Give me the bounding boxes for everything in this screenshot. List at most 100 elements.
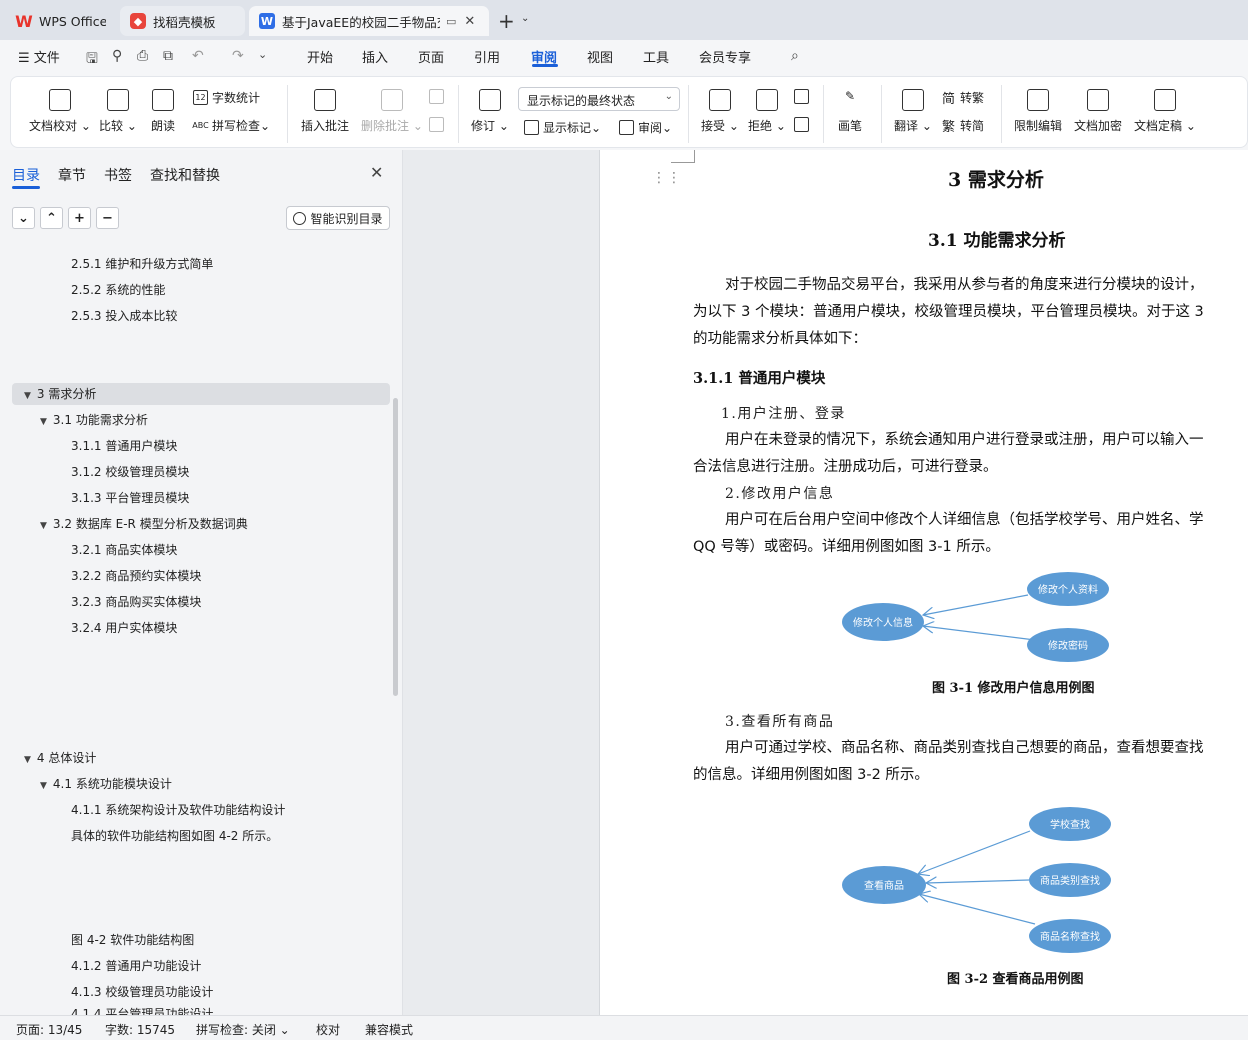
chevron-down-icon[interactable]: ⌄: [521, 13, 529, 24]
to-traditional-button[interactable]: 简转繁: [941, 89, 984, 107]
toc-item[interactable]: 3.1.3 平台管理员模块: [71, 487, 189, 509]
tab-wps-office[interactable]: W WPS Office: [6, 6, 116, 36]
tab-document[interactable]: W 基于JavaEE的校园二手物品交易 ▭ ✕: [249, 6, 489, 36]
redo-icon[interactable]: ↷: [232, 48, 244, 64]
restrict-edit-label: 限制编辑: [1014, 119, 1063, 133]
menu-insert[interactable]: 插入: [362, 47, 388, 66]
chevron-down-icon[interactable]: ⌄: [258, 48, 267, 61]
spell-check-button[interactable]: ABC 拼写检查 ⌄: [192, 117, 270, 134]
menu-view[interactable]: 视图: [587, 47, 613, 66]
wps-logo-icon: W: [15, 11, 33, 31]
menu-references[interactable]: 引用: [474, 47, 500, 66]
caret-down-icon[interactable]: ▼: [24, 385, 31, 407]
spell-check-indicator[interactable]: 拼写检查: 关闭 ⌄: [196, 1021, 290, 1038]
next-comment-icon: [429, 117, 444, 132]
menu-file[interactable]: ☰ 文件: [18, 47, 60, 66]
close-icon[interactable]: ✕: [464, 14, 475, 29]
nav-tab-bookmarks[interactable]: 书签: [104, 165, 132, 185]
menu-page[interactable]: 页面: [418, 47, 444, 66]
word-count-indicator[interactable]: 字数: 15745: [105, 1021, 175, 1038]
proofread-indicator[interactable]: 校对: [316, 1021, 340, 1038]
delete-comment-button[interactable]: 删除批注 ⌄: [361, 89, 423, 134]
expand-down-button[interactable]: ⌄: [12, 207, 35, 229]
monitor-icon[interactable]: ▭: [446, 15, 456, 28]
association-line: [926, 880, 1030, 883]
caret-down-icon[interactable]: ▼: [24, 749, 31, 771]
tab-template[interactable]: ◆ 找稻壳模板: [120, 6, 245, 36]
smart-toc-button[interactable]: 智能识别目录: [286, 206, 390, 230]
menu-tools[interactable]: 工具: [643, 47, 669, 66]
finalize-button[interactable]: 文档定稿 ⌄: [1134, 89, 1196, 134]
to-simplified-button[interactable]: 繁转简: [941, 117, 984, 135]
save-icon[interactable]: 🖫: [86, 48, 98, 72]
list-item-heading: 2.修改用户信息: [725, 486, 835, 502]
show-markup-button[interactable]: 显示标记 ⌄: [524, 119, 601, 136]
caret-down-icon[interactable]: ▼: [40, 515, 47, 537]
toc-item[interactable]: 4.1.2 普通用户功能设计: [71, 955, 201, 977]
nav-tab-toc[interactable]: 目录: [12, 165, 40, 185]
toc-item[interactable]: 2.5.2 系统的性能: [71, 279, 165, 301]
next-change-button[interactable]: [794, 117, 813, 132]
restrict-edit-button[interactable]: 限制编辑: [1014, 89, 1062, 134]
caret-down-icon[interactable]: ▼: [40, 411, 47, 433]
prev-change-button[interactable]: [794, 89, 813, 104]
toc-item[interactable]: 4.1.4 平台管理员功能设计: [71, 1007, 213, 1015]
pen-button[interactable]: ✎ 画笔: [838, 89, 862, 134]
compare-button[interactable]: 比较 ⌄: [99, 89, 137, 134]
close-icon[interactable]: ✕: [370, 163, 383, 182]
reject-button[interactable]: 拒绝 ⌄: [748, 89, 786, 134]
menu-vip[interactable]: 会员专享: [699, 47, 751, 66]
markup-state-select[interactable]: 显示标记的最终状态 ⌄: [518, 87, 680, 111]
read-aloud-button[interactable]: 朗读: [151, 89, 175, 134]
toc-item[interactable]: 2.5.1 维护和升级方式简单: [71, 253, 213, 275]
review-pane-button[interactable]: 审阅 ⌄: [619, 119, 672, 136]
toc-item[interactable]: 3.1.1 普通用户模块: [71, 435, 177, 457]
toc-item[interactable]: 3.2.4 用户实体模块: [71, 617, 177, 639]
print-icon[interactable]: ⎙: [137, 48, 148, 64]
add-heading-button[interactable]: +: [68, 207, 91, 229]
toc-item[interactable]: 3.1.2 校级管理员模块: [71, 461, 189, 483]
undo-icon[interactable]: ↶: [192, 48, 204, 64]
simplified-char-icon: 简: [941, 92, 955, 107]
caret-down-icon[interactable]: ▼: [40, 775, 47, 797]
nav-scrollbar[interactable]: [393, 398, 398, 696]
translate-icon: [901, 89, 924, 111]
drag-handle-icon[interactable]: ⋮⋮: [652, 171, 681, 185]
toc-item[interactable]: 4.1.3 校级管理员功能设计: [71, 981, 213, 1003]
ribbon: 文档校对 ⌄ 比较 ⌄ 朗读 12 字数统计 ABC 拼写检查 ⌄ 插入批注 删除批…: [0, 72, 1248, 150]
toc-item[interactable]: 3.2.3 商品购买实体模块: [71, 591, 201, 613]
toc-item[interactable]: ▼ 4.1 系统功能模块设计: [40, 773, 172, 795]
toc-item[interactable]: ▼ 3.2 数据库 E-R 模型分析及数据词典: [40, 513, 248, 535]
accept-button[interactable]: 接受 ⌄: [701, 89, 739, 134]
toc-item[interactable]: 3.2.2 商品预约实体模块: [71, 565, 201, 587]
delete-comment-label: 删除批注: [361, 119, 410, 133]
toc-item-selected[interactable]: ▼ 3 需求分析: [12, 383, 390, 405]
toc-item[interactable]: 4.1.1 系统架构设计及软件功能结构设计: [71, 799, 285, 821]
toc-item[interactable]: 图 4-2 软件功能结构图: [71, 929, 194, 951]
next-comment-button[interactable]: [429, 117, 448, 132]
nav-tab-find-replace[interactable]: 查找和替换: [150, 165, 220, 185]
remove-heading-button[interactable]: −: [96, 207, 119, 229]
link-icon[interactable]: ⚲: [112, 48, 122, 64]
toc-item[interactable]: 具体的软件功能结构图如图 4-2 所示。: [71, 825, 278, 847]
menu-home[interactable]: 开始: [307, 47, 333, 66]
translate-button[interactable]: 翻译 ⌄: [894, 89, 932, 134]
toc-item[interactable]: ▼ 3.1 功能需求分析: [40, 409, 148, 431]
toc-item[interactable]: 2.5.3 投入成本比较: [71, 305, 177, 327]
print-preview-icon[interactable]: ⧉: [163, 48, 173, 64]
doc-check-button[interactable]: 文档校对 ⌄: [29, 89, 91, 134]
revise-button[interactable]: 修订 ⌄: [471, 89, 509, 134]
insert-comment-button[interactable]: 插入批注: [301, 89, 349, 134]
page-indicator[interactable]: 页面: 13/45: [16, 1021, 82, 1038]
reject-label: 拒绝: [748, 119, 773, 133]
new-tab-icon[interactable]: +: [498, 9, 515, 33]
nav-tab-chapters[interactable]: 章节: [58, 165, 86, 185]
toc-item[interactable]: ▼ 4 总体设计: [24, 747, 96, 769]
collapse-up-button[interactable]: ⌃: [40, 207, 63, 229]
prev-comment-button[interactable]: [429, 89, 448, 104]
word-count-button[interactable]: 12 字数统计: [193, 89, 260, 106]
toc-item[interactable]: 3.2.1 商品实体模块: [71, 539, 177, 561]
encrypt-button[interactable]: 文档加密: [1074, 89, 1122, 134]
search-icon[interactable]: ⌕: [791, 48, 799, 64]
tab-label: 找稻壳模板: [153, 14, 216, 30]
